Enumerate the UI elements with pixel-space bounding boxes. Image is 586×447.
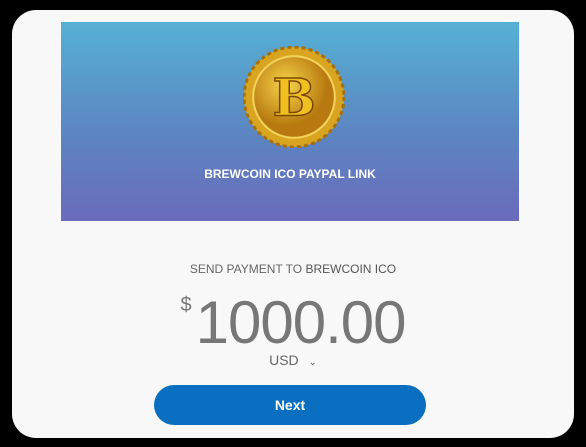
brewcoin-logo-icon: B xyxy=(243,46,345,148)
chevron-down-icon: ⌄ xyxy=(308,357,317,368)
amount-value[interactable]: 1000.00 xyxy=(196,289,407,356)
svg-text:B: B xyxy=(272,68,315,128)
next-button[interactable]: Next xyxy=(154,385,426,425)
currency-symbol: $ xyxy=(180,294,192,316)
banner-title: BREWCOIN ICO PAYPAL LINK xyxy=(204,167,376,181)
currency-select[interactable]: USD ⌄ xyxy=(0,352,586,368)
send-payment-label: SEND PAYMENT TO BREWCOIN ICO xyxy=(0,262,586,276)
recipient-name: BREWCOIN ICO xyxy=(305,262,397,276)
currency-code: USD xyxy=(269,352,299,368)
header-banner: B BREWCOIN ICO PAYPAL LINK xyxy=(61,22,519,221)
amount-display[interactable]: $1000.00 xyxy=(0,288,586,357)
send-label: SEND PAYMENT TO xyxy=(189,262,303,276)
